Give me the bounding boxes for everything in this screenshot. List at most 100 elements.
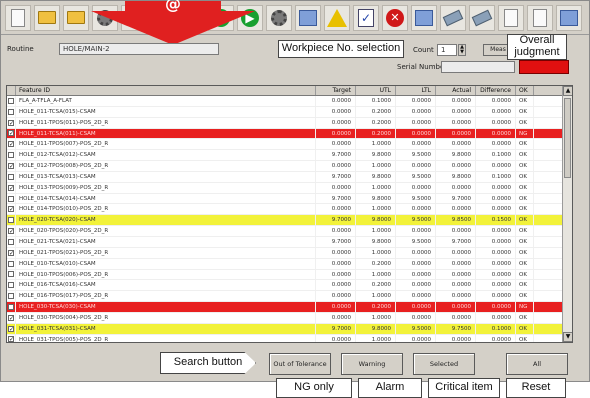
- header-ltl[interactable]: LTL: [396, 86, 436, 95]
- checkbox[interactable]: ✓: [8, 162, 14, 169]
- row-checkbox[interactable]: [7, 171, 16, 182]
- table-row[interactable]: ✓ HOLE_014-TPOS(010)-POS_2D_R 0.0000 1.0000…: [7, 204, 572, 216]
- row-checkbox[interactable]: ✓: [7, 204, 16, 215]
- table-row[interactable]: ✓ HOLE_011-TCSA(011)-CSAM 0.0000 0.2000 0.00…: [7, 128, 572, 140]
- table-row[interactable]: HOLE_021-TCSA(021)-CSAM 9.7000 9.8000 9.500…: [7, 236, 572, 248]
- table-row[interactable]: ✓ HOLE_011-TPOS(011)-POS_2D_R 0.0000 0.2000…: [7, 117, 572, 129]
- row-checkbox[interactable]: ✓: [7, 128, 16, 139]
- tool-button-6[interactable]: [498, 4, 524, 31]
- header-target[interactable]: Target: [316, 86, 356, 95]
- table-row[interactable]: HOLE_014-TCSA(014)-CSAM 9.7000 9.8000 9.500…: [7, 193, 572, 205]
- table-row[interactable]: HOLE_010-TPOS(006)-POS_2D_R 0.0000 1.0000 0…: [7, 269, 572, 281]
- warning-button[interactable]: [324, 4, 350, 31]
- open-folder-2-button[interactable]: [63, 4, 89, 31]
- count-field[interactable]: 1: [437, 44, 457, 56]
- table-row[interactable]: ✓ HOLE_013-TPOS(009)-POS_2D_R 0.0000 1.0000…: [7, 182, 572, 194]
- checkbox[interactable]: [8, 293, 14, 300]
- scroll-up-icon[interactable]: ▲: [563, 86, 572, 96]
- checkbox[interactable]: [8, 303, 14, 310]
- header-difference[interactable]: Difference: [476, 86, 516, 95]
- measure-button[interactable]: [440, 4, 466, 31]
- checkbox[interactable]: [8, 108, 14, 115]
- settings-button[interactable]: [266, 4, 292, 31]
- row-checkbox[interactable]: ✓: [7, 334, 16, 342]
- row-checkbox[interactable]: ✓: [7, 139, 16, 150]
- header-feature-id[interactable]: Feature ID: [16, 86, 316, 95]
- table-row[interactable]: HOLE_011-TCSA(015)-CSAM 0.0000 0.2000 0.000…: [7, 106, 572, 118]
- serial-number-field[interactable]: [441, 61, 515, 73]
- row-checkbox[interactable]: [7, 215, 16, 226]
- checkbox[interactable]: ✓: [8, 325, 14, 332]
- checkbox[interactable]: ✓: [8, 119, 14, 126]
- table-row[interactable]: ✓ HOLE_031-TPOS(005)-POS_2D_R 0.0000 1.0000…: [7, 334, 572, 342]
- table-row[interactable]: HOLE_030-TCSA(030)-CSAM 0.0000 0.2000 0.000…: [7, 302, 572, 313]
- table-row[interactable]: HOLE_010-TCSA(010)-CSAM 0.0000 0.2000 0.000…: [7, 258, 572, 270]
- help-button[interactable]: [556, 4, 582, 31]
- table-row[interactable]: ✓ HOLE_031-TCSA(031)-CSAM 9.7000 9.8000 9.50…: [7, 323, 572, 335]
- scroll-down-icon[interactable]: ▼: [563, 332, 572, 342]
- row-checkbox[interactable]: [7, 150, 16, 161]
- checkbox[interactable]: [8, 195, 14, 202]
- checkbox[interactable]: ✓: [8, 228, 14, 235]
- routine-field[interactable]: HOLE/MAIN-2: [59, 43, 219, 55]
- tool-button-5[interactable]: [469, 4, 495, 31]
- table-row[interactable]: HOLE_013-TCSA(013)-CSAM 9.7000 9.8000 9.500…: [7, 171, 572, 183]
- checkbox[interactable]: [8, 217, 14, 224]
- checkbox[interactable]: ✓: [8, 249, 14, 256]
- row-checkbox[interactable]: [7, 193, 16, 204]
- out-of-tolerance-button[interactable]: Out of Tolerance: [269, 353, 331, 375]
- checkbox[interactable]: [8, 173, 14, 180]
- edit-button[interactable]: ✓: [353, 4, 379, 31]
- checkbox[interactable]: ✓: [8, 314, 14, 321]
- checkbox[interactable]: ✓: [8, 206, 14, 213]
- row-checkbox[interactable]: ✓: [7, 226, 16, 236]
- row-checkbox[interactable]: ✓: [7, 323, 16, 334]
- checkbox[interactable]: [8, 260, 14, 267]
- table-row[interactable]: ✓ HOLE_012-TPOS(008)-POS_2D_R 0.0000 1.0000…: [7, 161, 572, 172]
- checkbox[interactable]: ✓: [8, 184, 14, 191]
- network-button[interactable]: [411, 4, 437, 31]
- checkbox[interactable]: [8, 282, 14, 289]
- row-checkbox[interactable]: [7, 106, 16, 117]
- checkbox[interactable]: [8, 152, 14, 159]
- table-row[interactable]: HOLE_012-TCSA(012)-CSAM 9.7000 9.8000 9.500…: [7, 150, 572, 162]
- header-ok[interactable]: OK: [516, 86, 534, 95]
- table-row[interactable]: HOLE_016-TCSA(016)-CSAM 0.0000 0.2000 0.000…: [7, 280, 572, 292]
- stop-button[interactable]: ✕: [382, 4, 408, 31]
- row-checkbox[interactable]: ✓: [7, 161, 16, 171]
- row-checkbox[interactable]: [7, 269, 16, 280]
- row-checkbox[interactable]: ✓: [7, 182, 16, 193]
- checkbox[interactable]: [8, 271, 14, 278]
- row-checkbox[interactable]: [7, 236, 16, 247]
- header-utl[interactable]: UTL: [356, 86, 396, 95]
- table-row[interactable]: ✓ HOLE_020-TPOS(020)-POS_2D_R 0.0000 1.0000…: [7, 226, 572, 237]
- table-row[interactable]: HOLE_016-TPOS(017)-POS_2D_R 0.0000 1.0000 0…: [7, 291, 572, 303]
- checkbox[interactable]: ✓: [8, 130, 14, 137]
- table-row[interactable]: ✓ HOLE_021-TPOS(021)-POS_2D_R 0.0000 1.0000…: [7, 247, 572, 259]
- new-file-button[interactable]: [5, 4, 31, 31]
- row-checkbox[interactable]: [7, 302, 16, 312]
- table-row[interactable]: HOLE_020-TCSA(020)-CSAM 9.7000 9.8000 9.500…: [7, 215, 572, 227]
- row-checkbox[interactable]: ✓: [7, 312, 16, 323]
- checkbox[interactable]: [8, 238, 14, 245]
- count-spinner[interactable]: ▲ ▼: [458, 44, 466, 56]
- row-checkbox[interactable]: [7, 280, 16, 291]
- all-filter-button[interactable]: All: [506, 353, 568, 375]
- checkbox[interactable]: ✓: [8, 141, 14, 148]
- row-checkbox[interactable]: ✓: [7, 247, 16, 258]
- checkbox[interactable]: [8, 97, 14, 104]
- checkbox[interactable]: ✓: [8, 336, 14, 342]
- selected-filter-button[interactable]: Selected: [413, 353, 475, 375]
- open-folder-button[interactable]: [34, 4, 60, 31]
- row-checkbox[interactable]: [7, 258, 16, 269]
- export-button[interactable]: [295, 4, 321, 31]
- tool-button-7[interactable]: [527, 4, 553, 31]
- table-row[interactable]: FLA_A-TFLA_A-FLAT 0.0000 0.1000 0.0000 0.000…: [7, 96, 572, 107]
- table-row[interactable]: ✓ HOLE_011-TPOS(007)-POS_2D_R 0.0000 1.0000…: [7, 139, 572, 151]
- table-row[interactable]: ✓ HOLE_030-TPOS(004)-POS_2D_R 0.0000 1.0000…: [7, 312, 572, 324]
- header-actual[interactable]: Actual: [436, 86, 476, 95]
- scroll-thumb[interactable]: [564, 98, 571, 178]
- vertical-scrollbar[interactable]: ▲ ▼: [562, 86, 572, 342]
- row-checkbox[interactable]: [7, 291, 16, 302]
- warning-filter-button[interactable]: Warning: [341, 353, 403, 375]
